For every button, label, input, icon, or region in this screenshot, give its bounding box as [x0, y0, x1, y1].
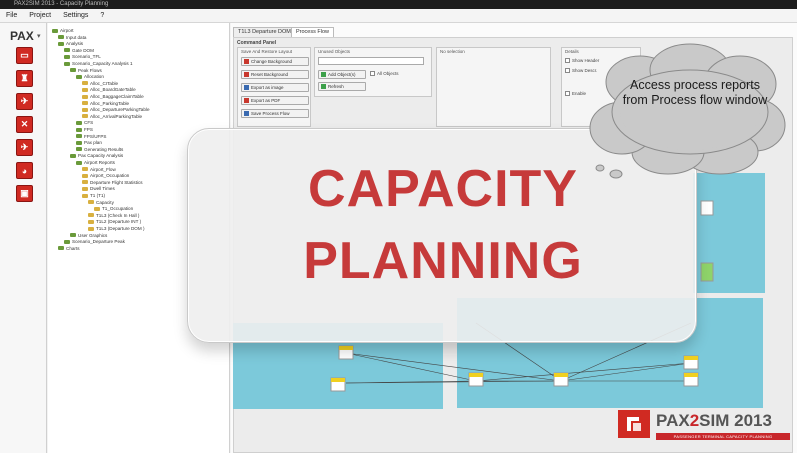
tree-item[interactable]: Pax Capacity Analysis [70, 153, 123, 158]
pax-toolbar: PAX ▾ ▭ ♜ ✈ ✕ ✈ ◕ ▣ [0, 23, 47, 453]
folder-icon [88, 226, 94, 231]
folder-icon [82, 81, 88, 86]
folder-icon [76, 140, 82, 145]
folder-icon [52, 28, 58, 33]
folder-icon [82, 107, 88, 112]
folder-icon [82, 186, 88, 191]
chart-icon[interactable]: ✈ [16, 139, 33, 156]
folder-icon [76, 147, 82, 152]
logo-tagline: PASSENGER TERMINAL CAPACITY PLANNING [656, 433, 790, 440]
folder-icon [58, 41, 64, 46]
tree-item[interactable]: Scenario_Capacity Analysis 1 [64, 61, 133, 66]
flow-node[interactable] [700, 262, 714, 282]
folder-icon [64, 239, 70, 244]
folder-icon [82, 87, 88, 92]
folder-icon [82, 101, 88, 106]
window-title: PAX2SIM 2013 - Capacity Planning [14, 1, 109, 7]
tree-item[interactable]: Capacity [88, 200, 114, 205]
folder-icon [88, 213, 94, 218]
window-titlebar: PAX2SIM 2013 - Capacity Planning [0, 0, 797, 9]
tree-item[interactable]: Allocation [76, 74, 104, 79]
folder-icon [82, 173, 88, 178]
logo-wordmark: PAX2SIM 2013 [656, 411, 772, 430]
banner-line-2: PLANNING [303, 232, 583, 290]
folder-icon [76, 127, 82, 132]
tree-item[interactable]: Peak Flows [70, 68, 102, 73]
tree-item[interactable]: Alloc_CITable [82, 81, 118, 86]
folder-icon [82, 180, 88, 185]
folder-icon [82, 193, 88, 198]
menu-help[interactable]: ? [100, 12, 104, 19]
tree-item[interactable]: T1L3 (Check In Hall ) [88, 213, 139, 218]
pax-title: PAX [10, 29, 34, 43]
tree-item[interactable]: Airport Reports [76, 160, 115, 165]
tree-item[interactable]: Scenario_TFL [64, 54, 101, 59]
tree-item[interactable]: T1L3 (Departure DOM ) [88, 226, 145, 231]
tree-item[interactable]: Alloc_BoardGateTable [82, 87, 136, 92]
tree-item[interactable]: FPS [76, 127, 93, 132]
tree-item[interactable]: CFS [76, 120, 93, 125]
tree-item[interactable]: T1_Occupation [94, 206, 133, 211]
tree-item[interactable]: Generating Results [76, 147, 123, 152]
tree-item[interactable]: Pax plan [76, 140, 102, 145]
tree-item[interactable]: Gate DOM [64, 48, 94, 53]
tree-item[interactable]: Alloc_ArrivalParkingTable [82, 114, 142, 119]
folder-icon [82, 94, 88, 99]
flow-node[interactable] [700, 200, 714, 216]
passenger-icon[interactable]: ♜ [16, 70, 33, 87]
tree-item[interactable]: Scenario_Departure Peak [64, 239, 125, 244]
menu-bar: File Project Settings ? [0, 9, 797, 23]
tree-item[interactable]: T1 (T1) [82, 193, 105, 198]
tree-item[interactable]: Airport [52, 28, 74, 33]
export-icon[interactable]: ▣ [16, 185, 33, 202]
folder-icon [64, 48, 70, 53]
folder-icon [88, 200, 94, 205]
menu-settings[interactable]: Settings [63, 12, 88, 19]
tree-item[interactable]: Airport_Flow [82, 167, 116, 172]
folder-icon [76, 120, 82, 125]
menu-file[interactable]: File [6, 12, 17, 19]
folder-icon [58, 246, 64, 251]
aircraft-icon[interactable]: ✈ [16, 93, 33, 110]
home-icon[interactable]: ▭ [16, 47, 33, 64]
tree-item[interactable]: Input data [58, 35, 86, 40]
folder-icon [82, 167, 88, 172]
menu-project[interactable]: Project [29, 12, 51, 19]
folder-icon [76, 134, 82, 139]
folder-icon [64, 61, 70, 66]
baggage-icon[interactable]: ✕ [16, 116, 33, 133]
tree-item[interactable]: Dwell Times [82, 186, 115, 191]
pax2sim-logo: PAX2SIM 2013 PASSENGER TERMINAL CAPACITY… [618, 408, 790, 442]
tree-item[interactable]: Alloc_BaggageClaimTable [82, 94, 144, 99]
folder-icon [70, 68, 76, 73]
folder-icon [94, 206, 100, 211]
pax2sim-logo-icon [618, 410, 650, 438]
tree-item[interactable]: T1L2 (Departure INT ) [88, 219, 141, 224]
tree-item[interactable]: FPS/UFPS [76, 134, 106, 139]
folder-icon [64, 54, 70, 59]
report-icon[interactable]: ◕ [16, 162, 33, 179]
folder-icon [70, 153, 76, 158]
folder-icon [76, 74, 82, 79]
tree-item[interactable]: Alloc_ParkingTable [82, 101, 129, 106]
callout-cloud [589, 43, 786, 179]
folder-icon [76, 160, 82, 165]
collapse-arrow-icon[interactable]: ▾ [37, 32, 41, 40]
folder-icon [58, 35, 64, 40]
folder-icon [82, 114, 88, 119]
tree-item[interactable]: Departure Flight Statistics [82, 180, 143, 185]
tree-item[interactable]: Analysis [58, 41, 83, 46]
callout-text: Access process reports from Process flow… [622, 78, 768, 107]
tree-item[interactable]: Airport_Occupation [82, 173, 129, 178]
tree-item[interactable]: User Graphics [70, 233, 107, 238]
tree-item[interactable]: Alloc_DepartureParkingTable [82, 107, 150, 112]
tree-item[interactable]: Charts [58, 246, 80, 251]
folder-icon [70, 233, 76, 238]
folder-icon [88, 219, 94, 224]
